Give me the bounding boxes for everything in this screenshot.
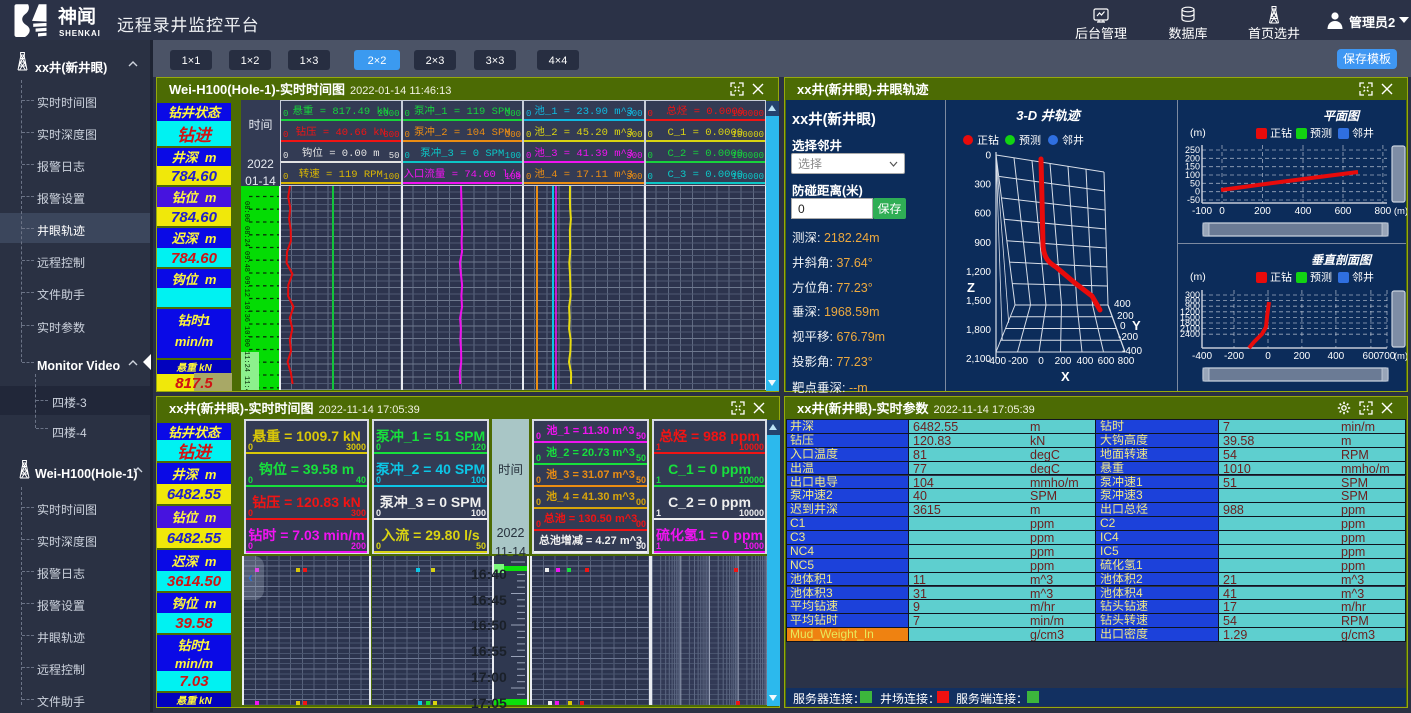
svg-text:Z: Z bbox=[967, 277, 975, 296]
svg-text:800: 800 bbox=[1375, 202, 1392, 217]
svg-text:600: 600 bbox=[1098, 352, 1115, 367]
svg-text:-100: -100 bbox=[1192, 202, 1212, 217]
svg-text:Y: Y bbox=[1132, 315, 1141, 334]
svg-text:-400: -400 bbox=[1192, 347, 1212, 362]
svg-text:300: 300 bbox=[974, 176, 991, 191]
svg-text:X: X bbox=[1061, 366, 1070, 385]
svg-text:200: 200 bbox=[1055, 352, 1072, 367]
svg-text:(m): (m) bbox=[1394, 348, 1407, 362]
svg-text:预测: 预测 bbox=[1310, 125, 1332, 141]
svg-text:09:12: 09:12 bbox=[242, 276, 250, 297]
svg-text:600: 600 bbox=[1363, 347, 1380, 362]
svg-text:预测: 预测 bbox=[1019, 132, 1041, 148]
svg-text:1,200: 1,200 bbox=[966, 263, 991, 278]
svg-text:10:00: 10:00 bbox=[242, 326, 250, 347]
svg-text:3-D 井轨迹: 3-D 井轨迹 bbox=[1016, 105, 1082, 124]
svg-text:邻井: 邻井 bbox=[1352, 125, 1374, 141]
svg-text:-200: -200 bbox=[1008, 352, 1028, 367]
svg-text:(m): (m) bbox=[1394, 203, 1407, 217]
svg-text:平面图: 平面图 bbox=[1323, 107, 1361, 124]
svg-text:09:48: 09:48 bbox=[242, 251, 250, 272]
svg-text:08:24: 08:24 bbox=[242, 226, 250, 247]
svg-text:邻井: 邻井 bbox=[1062, 132, 1084, 148]
svg-text:200: 200 bbox=[1254, 202, 1271, 217]
svg-text:11:48: 11:48 bbox=[242, 376, 250, 390]
svg-text:0: 0 bbox=[985, 147, 991, 162]
svg-text:预测: 预测 bbox=[1310, 269, 1332, 285]
svg-text:邻井: 邻井 bbox=[1352, 269, 1374, 285]
svg-text:400: 400 bbox=[1077, 352, 1094, 367]
svg-text:0: 0 bbox=[1219, 202, 1225, 217]
svg-text:-200: -200 bbox=[1224, 347, 1244, 362]
svg-text:2400: 2400 bbox=[1180, 327, 1200, 340]
svg-text:900: 900 bbox=[974, 234, 991, 249]
svg-text:600: 600 bbox=[1335, 202, 1352, 217]
svg-text:400: 400 bbox=[1328, 347, 1345, 362]
svg-text:正钻: 正钻 bbox=[1270, 269, 1292, 285]
svg-text:1,800: 1,800 bbox=[966, 321, 991, 336]
svg-text:600: 600 bbox=[974, 205, 991, 220]
svg-text:11:24: 11:24 bbox=[242, 351, 250, 372]
svg-text:08:00: 08:00 bbox=[242, 201, 250, 222]
svg-text:-400: -400 bbox=[1122, 342, 1142, 357]
svg-text:200: 200 bbox=[1294, 347, 1311, 362]
svg-text:正钻: 正钻 bbox=[1270, 125, 1292, 141]
svg-text:10:36: 10:36 bbox=[242, 301, 250, 322]
svg-text:0: 0 bbox=[1265, 347, 1271, 362]
svg-text:(m): (m) bbox=[1190, 125, 1206, 140]
svg-text:0: 0 bbox=[1038, 352, 1044, 367]
svg-text:(m): (m) bbox=[1190, 269, 1206, 284]
svg-text:-400: -400 bbox=[986, 352, 1006, 367]
svg-text:垂直剖面图: 垂直剖面图 bbox=[1311, 251, 1373, 268]
svg-text:400: 400 bbox=[1295, 202, 1312, 217]
